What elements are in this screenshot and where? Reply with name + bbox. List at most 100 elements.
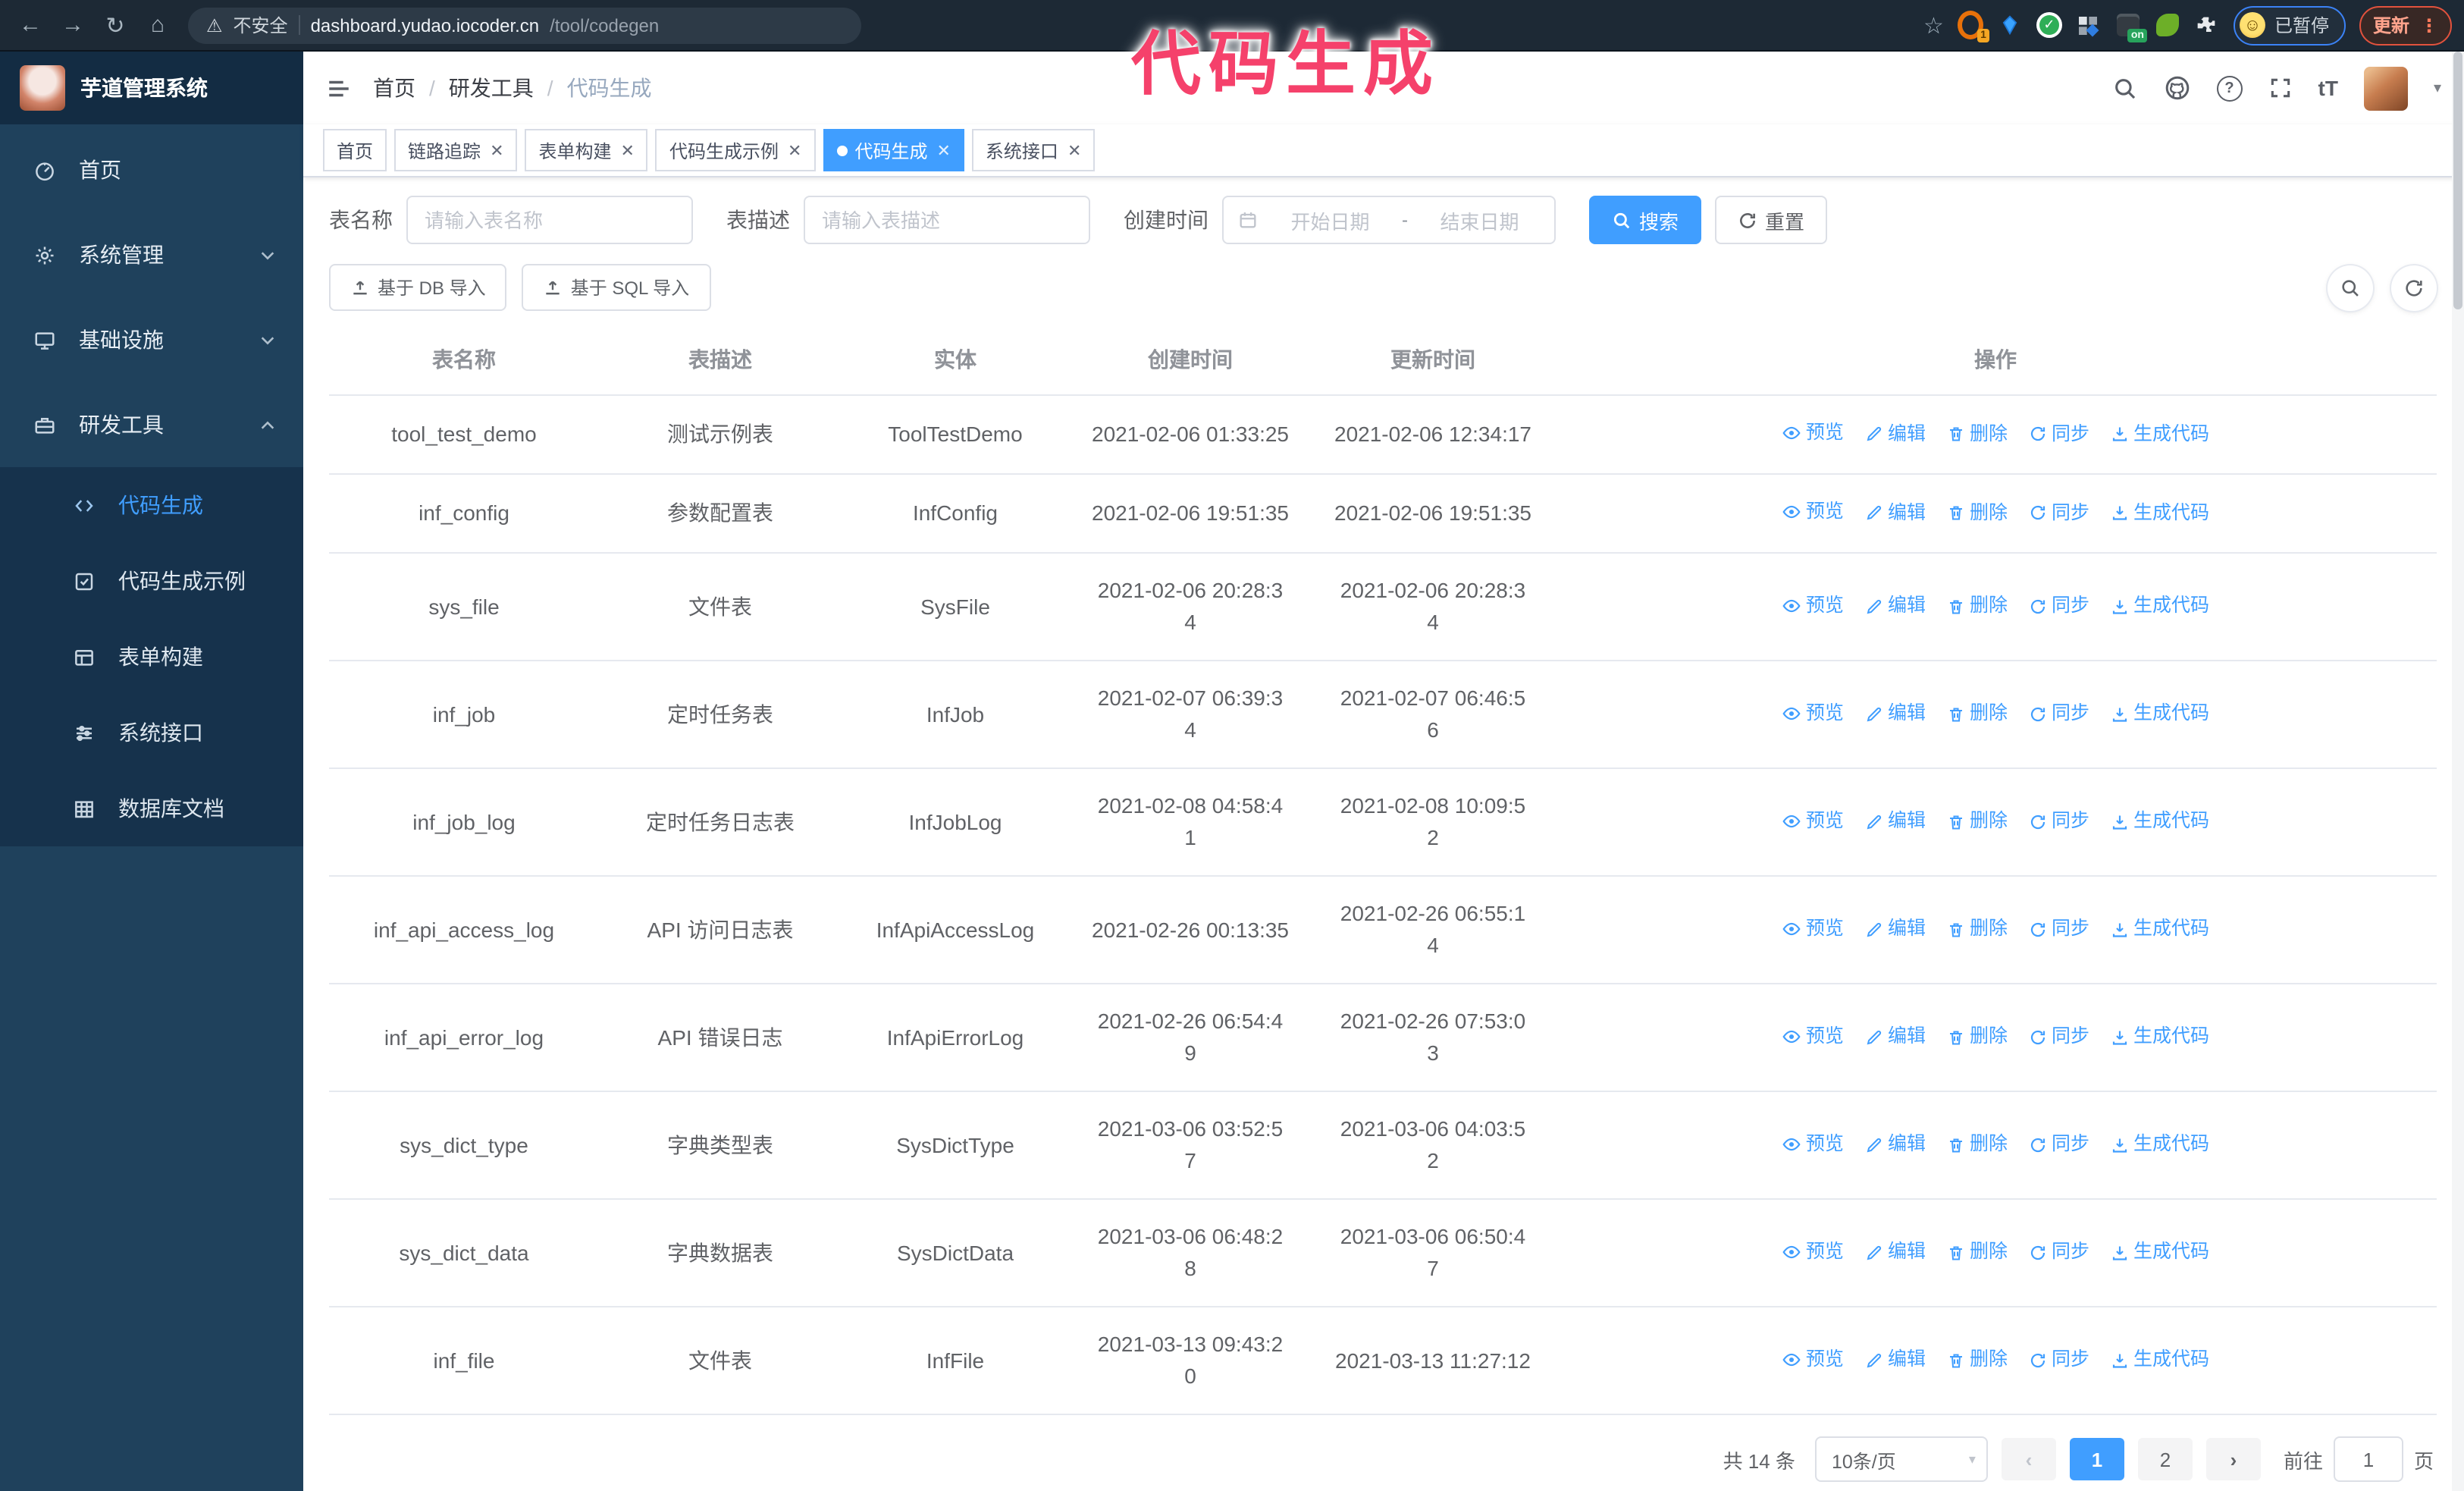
- sidebar-item-数据库文档[interactable]: 数据库文档: [0, 771, 303, 846]
- sidebar-item-研发工具[interactable]: 研发工具: [0, 382, 303, 467]
- user-avatar[interactable]: [2363, 66, 2408, 110]
- 生成代码-action-link[interactable]: 生成代码: [2111, 698, 2209, 730]
- 同步-action-link[interactable]: 同步: [2029, 1128, 2089, 1160]
- 同步-action-link[interactable]: 同步: [2029, 805, 2089, 837]
- 编辑-action-link[interactable]: 编辑: [1865, 913, 1926, 945]
- tab-代码生成[interactable]: 代码生成 ✕: [823, 129, 964, 171]
- tab-表单构建[interactable]: 表单构建 ✕: [525, 129, 648, 171]
- end-date-placeholder[interactable]: 结束日期: [1419, 206, 1541, 234]
- tab-close-icon[interactable]: ✕: [788, 140, 801, 160]
- table-desc-input[interactable]: [804, 196, 1090, 244]
- 编辑-action-link[interactable]: 编辑: [1865, 805, 1926, 837]
- 预览-action-link[interactable]: 预览: [1782, 417, 1844, 449]
- browser-update-button[interactable]: 更新 ⋮: [2359, 5, 2452, 45]
- 同步-action-link[interactable]: 同步: [2029, 1021, 2089, 1053]
- 生成代码-action-link[interactable]: 生成代码: [2111, 590, 2209, 622]
- sidebar-item-代码生成[interactable]: 代码生成: [0, 467, 303, 543]
- 同步-action-link[interactable]: 同步: [2029, 698, 2089, 730]
- gem-extension-icon[interactable]: [1997, 12, 2023, 38]
- 编辑-action-link[interactable]: 编辑: [1865, 1021, 1926, 1053]
- 同步-action-link[interactable]: 同步: [2029, 1344, 2089, 1376]
- sidebar-item-表单构建[interactable]: 表单构建: [0, 619, 303, 695]
- browser-back-icon[interactable]: ←: [12, 7, 49, 43]
- key-extension-icon[interactable]: [2155, 12, 2180, 38]
- 编辑-action-link[interactable]: 编辑: [1865, 590, 1926, 622]
- table-name-input[interactable]: [406, 196, 693, 244]
- address-bar[interactable]: ⚠ 不安全 dashboard.yudao.iocoder.cn/tool/co…: [188, 7, 861, 43]
- date-range-picker[interactable]: 开始日期 - 结束日期: [1222, 196, 1556, 244]
- breadcrumb-item-0[interactable]: 首页: [373, 73, 415, 103]
- app-logo[interactable]: 芋道管理系统: [0, 52, 303, 124]
- breadcrumb-item-1[interactable]: 研发工具: [449, 73, 534, 103]
- 预览-action-link[interactable]: 预览: [1782, 697, 1844, 729]
- 同步-action-link[interactable]: 同步: [2029, 590, 2089, 622]
- 删除-action-link[interactable]: 删除: [1947, 497, 2008, 529]
- puzzle-extensions-menu-icon[interactable]: [2194, 12, 2220, 38]
- 同步-action-link[interactable]: 同步: [2029, 497, 2089, 529]
- goto-page-input[interactable]: [2333, 1436, 2403, 1482]
- font-size-icon[interactable]: tT: [2318, 76, 2338, 100]
- start-date-placeholder[interactable]: 开始日期: [1269, 206, 1391, 234]
- 删除-action-link[interactable]: 删除: [1947, 913, 2008, 945]
- sidebar-item-首页[interactable]: 首页: [0, 127, 303, 212]
- 删除-action-link[interactable]: 删除: [1947, 1236, 2008, 1268]
- grid-extension-icon[interactable]: [2076, 12, 2102, 38]
- next-page-button[interactable]: ›: [2205, 1438, 2261, 1480]
- 预览-action-link[interactable]: 预览: [1782, 496, 1844, 528]
- 删除-action-link[interactable]: 删除: [1947, 1128, 2008, 1160]
- 预览-action-link[interactable]: 预览: [1782, 1343, 1844, 1375]
- browser-home-icon[interactable]: ⌂: [140, 7, 176, 43]
- browser-forward-icon[interactable]: →: [55, 7, 91, 43]
- page-button-2[interactable]: 2: [2137, 1438, 2193, 1480]
- collapse-sidebar-icon[interactable]: [326, 75, 352, 101]
- page-button-1[interactable]: 1: [2069, 1438, 2124, 1480]
- scrollbar-thumb[interactable]: [2453, 52, 2462, 309]
- help-icon[interactable]: ?: [2216, 75, 2243, 101]
- tab-close-icon[interactable]: ✕: [621, 140, 635, 160]
- 编辑-action-link[interactable]: 编辑: [1865, 1236, 1926, 1268]
- refresh-table-button[interactable]: [2391, 265, 2437, 310]
- 生成代码-action-link[interactable]: 生成代码: [2111, 497, 2209, 529]
- 预览-action-link[interactable]: 预览: [1782, 1128, 1844, 1160]
- 生成代码-action-link[interactable]: 生成代码: [2111, 1236, 2209, 1268]
- fullscreen-icon[interactable]: [2268, 76, 2293, 100]
- 生成代码-action-link[interactable]: 生成代码: [2111, 1021, 2209, 1053]
- reset-button[interactable]: 重置: [1715, 196, 1828, 244]
- check-extension-icon[interactable]: ✓: [2036, 12, 2062, 38]
- import-db-button[interactable]: 基于 DB 导入: [329, 264, 507, 311]
- tab-代码生成示例[interactable]: 代码生成示例 ✕: [655, 129, 816, 171]
- 生成代码-action-link[interactable]: 生成代码: [2111, 418, 2209, 450]
- header-search-icon[interactable]: [2112, 75, 2138, 101]
- 编辑-action-link[interactable]: 编辑: [1865, 1128, 1926, 1160]
- 编辑-action-link[interactable]: 编辑: [1865, 418, 1926, 450]
- sidebar-item-基础设施[interactable]: 基础设施: [0, 297, 303, 382]
- 预览-action-link[interactable]: 预览: [1782, 805, 1844, 837]
- prev-page-button[interactable]: ‹: [2001, 1438, 2056, 1480]
- 生成代码-action-link[interactable]: 生成代码: [2111, 1128, 2209, 1160]
- tab-链路追踪[interactable]: 链路追踪 ✕: [394, 129, 518, 171]
- github-icon[interactable]: [2164, 74, 2191, 102]
- page-scrollbar[interactable]: [2452, 50, 2464, 1491]
- browser-menu-kebab-icon[interactable]: ⋮: [2420, 14, 2438, 36]
- tab-首页[interactable]: 首页: [323, 129, 387, 171]
- 删除-action-link[interactable]: 删除: [1947, 1344, 2008, 1376]
- bookmark-star-icon[interactable]: ☆: [1923, 11, 1944, 39]
- 同步-action-link[interactable]: 同步: [2029, 418, 2089, 450]
- tab-close-icon[interactable]: ✕: [1067, 140, 1081, 160]
- sidebar-item-代码生成示例[interactable]: 代码生成示例: [0, 543, 303, 619]
- browser-reload-icon[interactable]: ↻: [97, 7, 133, 43]
- tab-close-icon[interactable]: ✕: [490, 140, 503, 160]
- 删除-action-link[interactable]: 删除: [1947, 805, 2008, 837]
- show-search-toggle-button[interactable]: [2328, 265, 2373, 310]
- 预览-action-link[interactable]: 预览: [1782, 589, 1844, 621]
- 生成代码-action-link[interactable]: 生成代码: [2111, 913, 2209, 945]
- tab-系统接口[interactable]: 系统接口 ✕: [971, 129, 1096, 171]
- 预览-action-link[interactable]: 预览: [1782, 1235, 1844, 1267]
- orange-extension-icon[interactable]: 1: [1957, 11, 1989, 42]
- 删除-action-link[interactable]: 删除: [1947, 418, 2008, 450]
- 删除-action-link[interactable]: 删除: [1947, 698, 2008, 730]
- sidebar-item-系统管理[interactable]: 系统管理: [0, 212, 303, 297]
- user-menu-caret-icon[interactable]: ▾: [2434, 80, 2441, 96]
- 同步-action-link[interactable]: 同步: [2029, 1236, 2089, 1268]
- 删除-action-link[interactable]: 删除: [1947, 590, 2008, 622]
